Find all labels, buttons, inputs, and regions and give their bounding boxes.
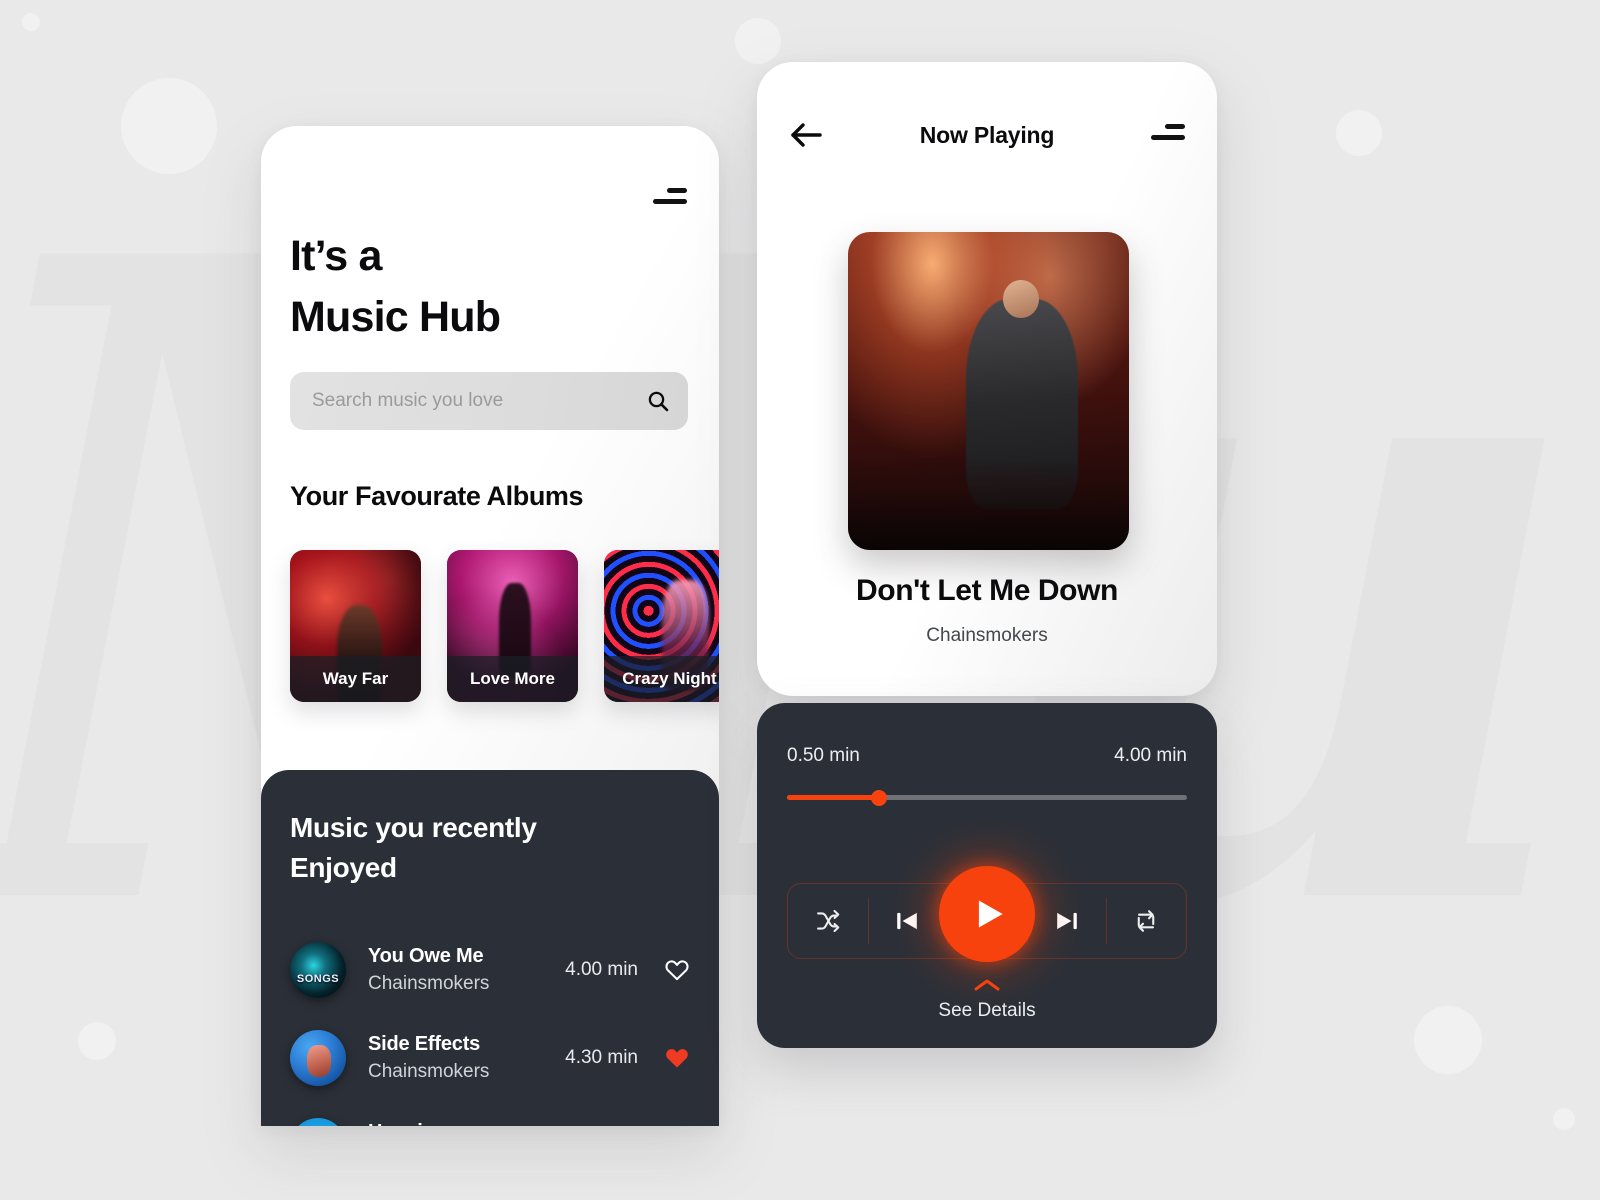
player-control-panel: 0.50 min 4.00 min See Details	[757, 703, 1217, 1048]
background-dot	[1553, 1108, 1575, 1130]
search-icon[interactable]	[646, 389, 670, 413]
heart-outline-icon[interactable]	[664, 957, 690, 983]
next-track-button[interactable]	[1026, 884, 1107, 958]
play-button[interactable]	[939, 866, 1035, 962]
recent-heading-line-1: Music you recently	[290, 812, 537, 843]
performer-head	[1002, 279, 1040, 318]
progress-times: 0.50 min 4.00 min	[787, 745, 1187, 767]
hamburger-menu-icon[interactable]	[1151, 122, 1185, 144]
song-title: Don't Let Me Down	[856, 574, 1118, 607]
track-title: You Owe Me	[368, 945, 484, 967]
album-card[interactable]: Way Far	[290, 550, 421, 702]
album-title: Love More	[447, 656, 578, 702]
album-card[interactable]: Crazy Night	[604, 550, 719, 702]
track-info: You Owe Me Chainsmokers	[346, 945, 565, 995]
heart-filled-icon[interactable]	[664, 1045, 690, 1071]
track-duration: 4.00 min	[565, 959, 638, 980]
track-duration: 4.30 min	[565, 1047, 638, 1068]
home-screen-phone: It’s a Music Hub Your Favourate Albums W…	[261, 126, 719, 1126]
skip-previous-icon[interactable]	[893, 907, 921, 935]
track-row[interactable]: Happier Chainsmokers 4.00 min	[290, 1102, 690, 1126]
track-info: Side Effects Chainsmokers	[346, 1033, 565, 1083]
track-row[interactable]: Side Effects Chainsmokers 4.30 min	[290, 1014, 690, 1102]
play-icon[interactable]	[971, 895, 1009, 933]
album-title: Way Far	[290, 656, 421, 702]
shuffle-icon[interactable]	[814, 907, 842, 935]
background-dot	[121, 78, 217, 174]
track-row[interactable]: You Owe Me Chainsmokers 4.00 min	[290, 926, 690, 1014]
recent-heading-line-2: Enjoyed	[290, 852, 397, 884]
track-thumbnail	[290, 1118, 346, 1126]
shuffle-button[interactable]	[788, 884, 868, 958]
background-dot	[735, 18, 781, 64]
track-artist: Chainsmokers	[368, 1061, 490, 1082]
progress-thumb[interactable]	[871, 789, 887, 806]
total-time: 4.00 min	[1114, 745, 1187, 766]
crowd-shadow	[848, 454, 1129, 550]
recent-track-list: You Owe Me Chainsmokers 4.00 min Side Ef…	[290, 926, 690, 1126]
background-dot	[1414, 1006, 1482, 1074]
track-info: Happier Chainsmokers	[346, 1121, 565, 1126]
track-title: Side Effects	[368, 1033, 481, 1055]
album-title: Crazy Night	[604, 656, 719, 702]
search-input[interactable]	[312, 390, 646, 412]
page-title: Now Playing	[919, 122, 1055, 148]
album-artwork	[848, 232, 1129, 550]
page-title: It’s a Music Hub	[290, 226, 501, 348]
previous-track-button[interactable]	[867, 884, 948, 958]
background-dot	[78, 1022, 116, 1060]
page-title-line-2: Music Hub	[290, 293, 501, 342]
repeat-button[interactable]	[1106, 884, 1186, 958]
elapsed-time: 0.50 min	[787, 745, 860, 766]
recent-section-heading: Music you recently Enjoyed	[290, 808, 537, 889]
search-bar[interactable]	[290, 372, 688, 430]
see-details-button[interactable]: See Details	[757, 978, 1217, 1022]
albums-section-heading: Your Favourate Albums	[290, 481, 584, 511]
progress-fill	[787, 795, 879, 800]
track-thumbnail	[290, 942, 346, 998]
chevron-up-icon[interactable]	[973, 978, 1001, 992]
background-dot	[22, 13, 40, 31]
album-card[interactable]: Love More	[447, 550, 578, 702]
repeat-icon[interactable]	[1132, 907, 1160, 935]
track-artist: Chainsmokers	[368, 973, 490, 994]
track-thumbnail	[290, 1030, 346, 1086]
now-playing-phone: Now Playing Don't Let Me Down Chainsmoke…	[757, 62, 1217, 696]
track-title: Happier	[368, 1121, 565, 1126]
hamburger-menu-icon[interactable]	[653, 186, 687, 208]
page-title-line-1: It’s a	[290, 232, 382, 280]
see-details-label: See Details	[938, 1000, 1036, 1021]
recently-enjoyed-panel: Music you recently Enjoyed You Owe Me Ch…	[261, 770, 719, 1126]
progress-slider[interactable]	[787, 789, 1187, 806]
background-dot	[1336, 110, 1382, 156]
skip-next-icon[interactable]	[1053, 907, 1081, 935]
song-artist: Chainsmokers	[926, 625, 1048, 646]
favourite-albums-row: Way Far Love More Crazy Night	[290, 550, 719, 702]
